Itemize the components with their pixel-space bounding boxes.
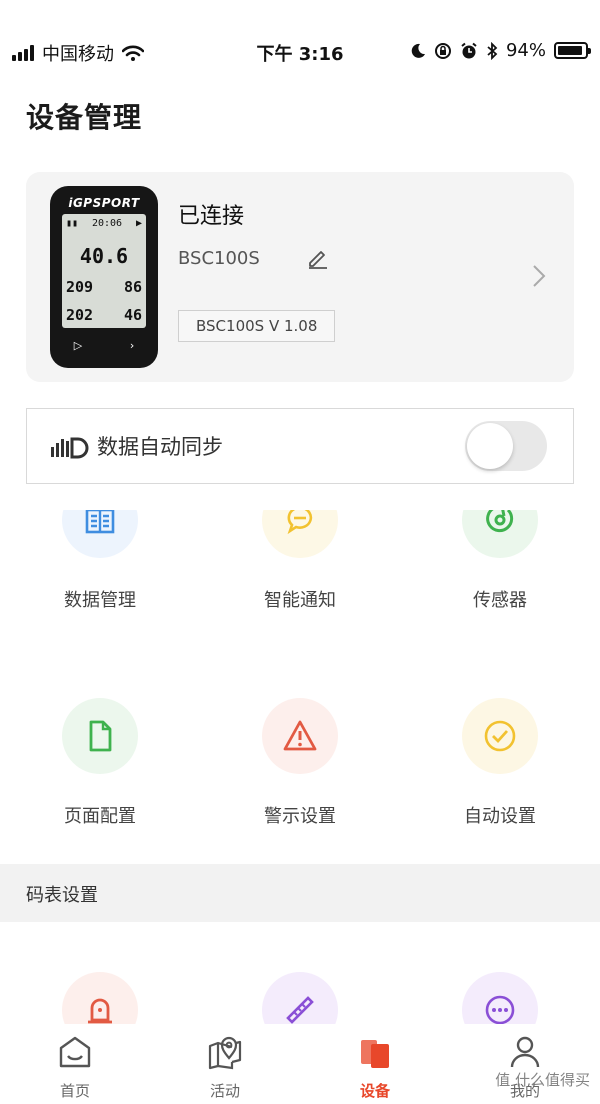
setting-item[interactable] [0,972,200,1024]
screen-play: ▶ [135,218,142,229]
tab-label: 首页 [59,1082,90,1100]
sync-cloud-icon [51,437,89,459]
chevron-right-icon[interactable] [532,264,546,288]
screen-time: 20:06 [91,218,123,229]
auto-sync-row: 数据自动同步 [26,408,574,484]
battery-icon [554,42,591,59]
feature-sensor[interactable]: 传感器 [400,510,600,620]
feature-label: 自动设置 [464,806,536,827]
feature-label: 数据管理 [64,590,136,611]
tab-profile[interactable]: 我的 [450,1024,600,1104]
feature-page-config[interactable]: 页面配置 [0,696,200,827]
sensor-icon [462,510,538,558]
feature-label: 传感器 [473,590,527,611]
setting-item[interactable] [400,972,600,1024]
screen-value: 202 [66,306,94,324]
data-management-icon [62,510,138,558]
page-title: 设备管理 [26,101,143,134]
screen-value: 209 [66,278,94,296]
bluetooth-icon [487,41,498,60]
home-icon [59,1036,91,1068]
section-header: 码表设置 [0,864,600,922]
status-right: 94% [410,40,591,61]
edit-icon[interactable] [306,246,330,270]
feature-label: 页面配置 [64,806,136,827]
firmware-version: BSC100S V 1.08 [178,310,336,342]
feature-data-management[interactable]: 数据管理 [0,510,200,620]
bell-icon [62,972,138,1024]
screen-row-2: 202 46 [66,306,142,324]
section-title: 码表设置 [26,885,98,906]
device-icon [361,1040,389,1068]
tab-device[interactable]: 设备 [300,1024,450,1104]
tab-home[interactable]: 首页 [0,1024,150,1104]
toggle-knob [467,423,513,469]
device-image: iGPSPORT ▮▮ 20:06 ▶ 40.6 209 86 202 46 ▷… [50,186,158,368]
watermark: 值 什么值得买 [495,1071,590,1089]
feature-label: 警示设置 [264,806,336,827]
rotation-lock-icon [434,42,451,59]
feature-label: 智能通知 [264,590,336,611]
screen-value: 46 [123,306,142,324]
bike-computer-settings-grid [0,922,600,1024]
profile-icon [510,1036,540,1068]
device-brand-logo: iGPSPORT [68,196,140,210]
tab-label: 设备 [359,1082,390,1100]
warning-icon [262,698,338,774]
screen-topline: ▮▮ 20:06 ▶ [66,218,142,229]
more-icon [462,972,538,1024]
device-card[interactable]: iGPSPORT ▮▮ 20:06 ▶ 40.6 209 86 202 46 ▷… [26,172,574,382]
feature-warning[interactable]: 警示设置 [200,696,400,827]
battery-percent: 94% [505,40,546,61]
tab-activity[interactable]: 活动 [150,1024,300,1104]
page-config-icon [62,698,138,774]
smart-notification-icon [262,510,338,558]
activity-map-icon [208,1036,242,1070]
feature-auto-settings[interactable]: 自动设置 [400,696,600,827]
screen-signal: ▮▮ [66,218,79,229]
setting-item[interactable] [200,972,400,1024]
feature-grid: 数据管理 智能通知 传感器 页面配置 警示设置 自动设置 [0,510,600,860]
device-model: BSC100S [178,248,260,269]
screen-row-1: 209 86 [66,278,142,296]
ruler-pencil-icon [262,972,338,1024]
tab-bar: 首页 活动 设备 我的 值 什么值得买 [0,1024,600,1104]
device-buttons: ▷ › [73,339,135,352]
status-bar: 中国移动 下午 3:16 94% [0,0,600,96]
feature-smart-notification[interactable]: 智能通知 [200,510,400,620]
auto-settings-icon [462,698,538,774]
alarm-icon [461,42,477,58]
screen-value: 86 [123,278,142,296]
screen-speed: 40.6 [79,244,129,268]
tab-label: 活动 [209,1082,240,1100]
moon-icon [411,43,425,58]
auto-sync-label: 数据自动同步 [97,435,223,459]
connection-status: 已连接 [178,204,245,229]
auto-sync-toggle[interactable] [465,421,547,471]
device-screen: ▮▮ 20:06 ▶ 40.6 209 86 202 46 [62,214,146,328]
